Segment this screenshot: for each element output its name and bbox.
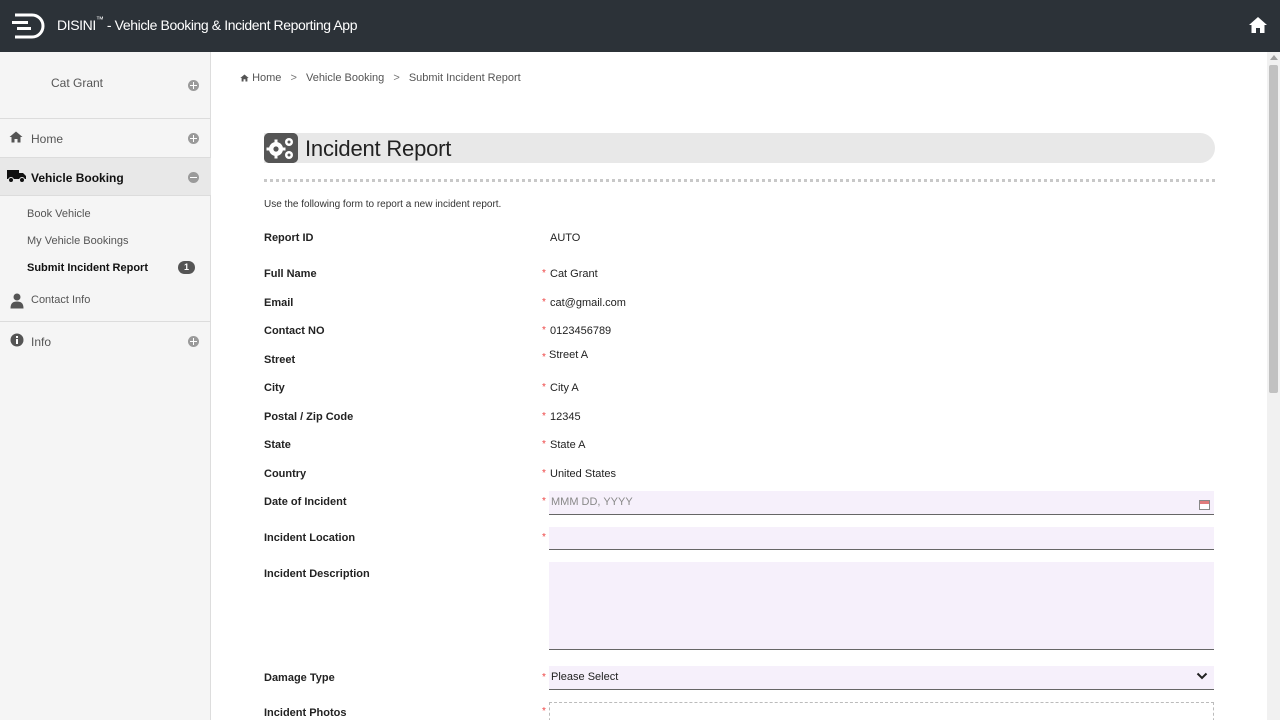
scroll-up-arrow-icon[interactable] xyxy=(1270,55,1278,60)
app-title-main: DISINI xyxy=(57,17,96,33)
sidebar: Cat Grant Home Vehicle Booking Book Vehi… xyxy=(0,52,211,720)
value-street: Street A xyxy=(549,349,589,361)
required-marker: * xyxy=(542,439,546,450)
sidebar-item-home[interactable]: Home xyxy=(0,119,211,158)
required-marker: * xyxy=(542,352,546,363)
breadcrumb-home[interactable]: Home xyxy=(240,72,281,84)
label-city: City xyxy=(264,382,285,394)
value-country: United States xyxy=(550,468,617,480)
collapse-icon[interactable] xyxy=(188,172,199,183)
sidebar-item-info[interactable]: Info xyxy=(0,322,211,362)
sidebar-subitem-book-vehicle[interactable]: Book Vehicle xyxy=(27,208,91,220)
breadcrumb-home-label: Home xyxy=(252,72,282,84)
damage-type-selected: Please Select xyxy=(551,671,619,683)
label-incident-description: Incident Description xyxy=(264,568,370,580)
required-marker: * xyxy=(542,468,546,479)
home-icon xyxy=(9,131,23,143)
required-marker: * xyxy=(542,706,546,717)
page-title: Incident Report xyxy=(305,136,452,161)
info-icon xyxy=(10,333,24,347)
required-marker: * xyxy=(542,325,546,336)
label-incident-location: Incident Location xyxy=(264,532,356,544)
intro-text: Use the following form to report a new i… xyxy=(264,199,502,210)
required-marker: * xyxy=(542,672,546,683)
sidebar-item-label: Home xyxy=(31,132,64,146)
expand-icon[interactable] xyxy=(188,80,199,91)
label-email: Email xyxy=(264,297,294,309)
value-full-name: Cat Grant xyxy=(550,268,598,280)
truck-icon xyxy=(7,170,26,183)
breadcrumb-current: Submit Incident Report xyxy=(408,72,521,84)
label-country: Country xyxy=(264,468,307,480)
home-icon[interactable] xyxy=(1248,16,1268,34)
chevron-down-icon[interactable] xyxy=(1196,671,1208,681)
disini-logo-icon[interactable] xyxy=(12,11,46,41)
value-postal-code: 12345 xyxy=(550,411,581,423)
breadcrumb: Home > Vehicle Booking > Submit Incident… xyxy=(240,72,521,84)
user-icon xyxy=(10,293,24,309)
required-marker: * xyxy=(542,297,546,308)
date-placeholder: MMM DD, YYYY xyxy=(551,496,633,508)
app-title: DISINI™ - Vehicle Booking & Incident Rep… xyxy=(57,15,358,33)
sidebar-item-label: Vehicle Booking xyxy=(31,171,124,185)
label-incident-photos: Incident Photos xyxy=(264,707,347,719)
value-state: State A xyxy=(550,439,586,451)
calendar-icon[interactable] xyxy=(1199,500,1210,510)
top-bar: DISINI™ - Vehicle Booking & Incident Rep… xyxy=(0,0,1280,52)
required-marker: * xyxy=(542,268,546,279)
label-date-of-incident: Date of Incident xyxy=(264,496,347,508)
home-icon xyxy=(240,74,249,82)
sidebar-item-vehicle-booking[interactable]: Vehicle Booking xyxy=(0,158,211,196)
required-marker: * xyxy=(542,532,546,543)
count-badge: 1 xyxy=(178,261,195,274)
damage-type-select[interactable]: Please Select xyxy=(549,666,1214,690)
label-postal-code: Postal / Zip Code xyxy=(264,411,354,423)
trademark: ™ xyxy=(95,15,104,24)
required-marker: * xyxy=(542,411,546,422)
date-of-incident-input[interactable]: MMM DD, YYYY xyxy=(549,491,1214,515)
sidebar-subitem-my-vehicle-bookings[interactable]: My Vehicle Bookings xyxy=(27,235,129,247)
user-name: Cat Grant xyxy=(51,76,104,90)
scrollbar[interactable] xyxy=(1267,52,1280,720)
breadcrumb-separator: > xyxy=(393,72,400,84)
divider xyxy=(264,179,1215,182)
label-contact-no: Contact NO xyxy=(264,325,325,337)
sidebar-user[interactable]: Cat Grant xyxy=(0,52,211,119)
value-contact-no: 0123456789 xyxy=(550,325,612,337)
label-full-name: Full Name xyxy=(264,268,317,280)
sidebar-item-contact-info[interactable]: Contact Info xyxy=(0,286,211,322)
expand-icon[interactable] xyxy=(188,133,199,144)
required-marker: * xyxy=(542,496,546,507)
value-report-id: AUTO xyxy=(550,232,581,244)
sidebar-subitem-submit-incident-report[interactable]: Submit Incident Report xyxy=(27,262,148,274)
incident-location-input[interactable] xyxy=(549,527,1214,550)
label-damage-type: Damage Type xyxy=(264,672,335,684)
label-report-id: Report ID xyxy=(264,232,314,244)
expand-icon[interactable] xyxy=(188,336,199,347)
label-street: Street xyxy=(264,354,296,366)
page-header: Incident Report xyxy=(264,133,1215,163)
incident-description-textarea[interactable] xyxy=(549,562,1214,650)
incident-photos-dropzone[interactable] xyxy=(549,702,1214,720)
sidebar-item-label: Info xyxy=(31,335,52,349)
scrollbar-thumb[interactable] xyxy=(1269,65,1278,393)
breadcrumb-vehicle-booking[interactable]: Vehicle Booking xyxy=(306,72,384,84)
sidebar-item-label: Contact Info xyxy=(31,294,91,306)
app-title-rest: - Vehicle Booking & Incident Reporting A… xyxy=(103,17,358,33)
value-email: cat@gmail.com xyxy=(550,297,626,309)
breadcrumb-separator: > xyxy=(290,72,297,84)
gears-icon xyxy=(264,133,298,163)
required-marker: * xyxy=(542,382,546,393)
label-state: State xyxy=(264,439,291,451)
value-city: City A xyxy=(550,382,579,394)
